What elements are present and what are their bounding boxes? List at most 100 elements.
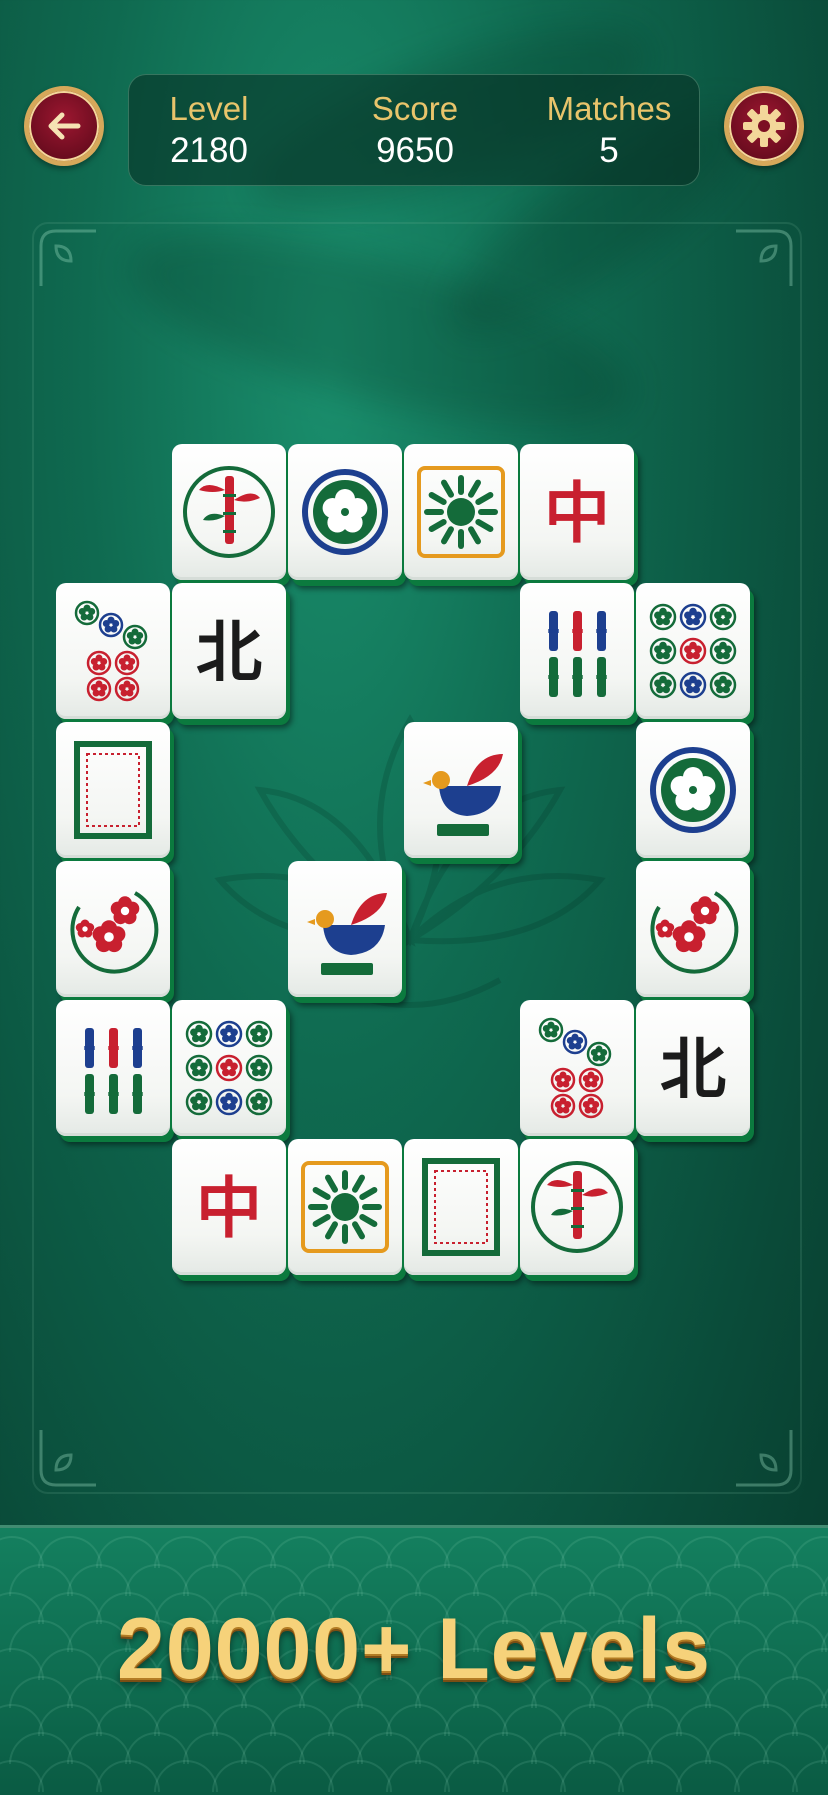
wave-pattern — [67, 1732, 131, 1764]
plum-circle-glyph-icon — [650, 891, 739, 974]
wave-pattern — [357, 1564, 421, 1596]
matches-label: Matches — [546, 90, 672, 127]
matches-stat: Matches 5 — [529, 89, 689, 173]
mahjong-tile[interactable]: 北 — [172, 583, 286, 719]
wave-pattern — [38, 1536, 102, 1568]
flower-circle-glyph-icon — [650, 747, 736, 833]
corner-ornament-icon — [736, 1430, 793, 1487]
wave-pattern — [38, 1760, 102, 1792]
mahjong-tile[interactable] — [404, 722, 518, 858]
mahjong-tile[interactable] — [520, 583, 634, 719]
mahjong-tile[interactable] — [56, 1000, 170, 1136]
wave-pattern — [154, 1704, 218, 1736]
wave-pattern — [560, 1704, 624, 1736]
dots-seven-glyph-icon — [538, 1017, 612, 1119]
wave-pattern — [212, 1760, 276, 1792]
wave-pattern — [328, 1760, 392, 1792]
wave-pattern — [96, 1536, 160, 1568]
wave-pattern — [502, 1760, 566, 1792]
mahjong-tile[interactable] — [404, 444, 518, 580]
wave-pattern — [531, 1732, 595, 1764]
mahjong-tile[interactable] — [636, 861, 750, 997]
level-value: 2180 — [170, 131, 248, 170]
mahjong-tile[interactable] — [56, 583, 170, 719]
mahjong-tile[interactable]: 北 — [636, 1000, 750, 1136]
corner-ornament-icon — [736, 229, 793, 286]
level-stat: Level 2180 — [129, 89, 289, 173]
mahjong-tile[interactable] — [288, 444, 402, 580]
mahjong-tile[interactable]: 中 — [520, 444, 634, 580]
wave-pattern — [270, 1536, 334, 1568]
wave-pattern — [96, 1760, 160, 1792]
wave-pattern — [676, 1760, 740, 1792]
white-dragon-glyph-icon — [74, 741, 152, 839]
mahjong-tile[interactable] — [636, 722, 750, 858]
level-label: Level — [169, 90, 249, 127]
score-value: 9650 — [376, 131, 454, 170]
sun-frame-glyph-icon — [417, 466, 505, 558]
wave-pattern — [589, 1564, 653, 1596]
mahjong-tile[interactable] — [172, 1000, 286, 1136]
wave-pattern — [531, 1564, 595, 1596]
mahjong-tile[interactable] — [56, 722, 170, 858]
gear-icon — [743, 105, 785, 147]
mahjong-tile[interactable] — [520, 1000, 634, 1136]
wave-pattern — [502, 1704, 566, 1736]
wave-pattern — [415, 1564, 479, 1596]
wave-pattern — [183, 1564, 247, 1596]
character-glyph-icon: 北 — [660, 1031, 726, 1108]
wave-pattern — [270, 1704, 334, 1736]
tile-character: 中 — [196, 1170, 262, 1247]
wave-pattern — [386, 1704, 450, 1736]
mahjong-tile[interactable] — [404, 1139, 518, 1275]
wave-pattern — [415, 1732, 479, 1764]
mahjong-tile[interactable] — [288, 1139, 402, 1275]
wave-pattern — [763, 1564, 827, 1596]
wave-pattern — [473, 1564, 537, 1596]
wave-pattern — [792, 1760, 828, 1792]
wave-pattern — [125, 1564, 189, 1596]
wave-pattern — [676, 1704, 740, 1736]
wave-pattern — [299, 1732, 363, 1764]
wave-pattern — [357, 1732, 421, 1764]
mahjong-tile[interactable]: 中 — [172, 1139, 286, 1275]
wave-pattern — [444, 1536, 508, 1568]
mahjong-tile[interactable] — [288, 861, 402, 997]
wave-pattern — [386, 1760, 450, 1792]
wave-pattern — [183, 1732, 247, 1764]
wave-pattern — [734, 1704, 798, 1736]
wave-pattern — [734, 1760, 798, 1792]
promo-title: 20000+ Levels — [116, 1601, 711, 1697]
settings-button[interactable] — [724, 86, 804, 166]
character-glyph-icon: 北 — [196, 614, 262, 691]
mahjong-tile[interactable] — [56, 861, 170, 997]
wave-pattern — [125, 1732, 189, 1764]
back-button[interactable] — [24, 86, 104, 166]
mahjong-tile[interactable] — [520, 1139, 634, 1275]
tile-character: 中 — [544, 475, 610, 552]
wave-pattern — [473, 1732, 537, 1764]
wave-pattern — [502, 1536, 566, 1568]
corner-ornament-icon — [39, 229, 96, 286]
wave-pattern — [705, 1564, 769, 1596]
plum-circle-glyph-icon — [70, 891, 159, 974]
wave-pattern — [9, 1564, 73, 1596]
wave-pattern — [618, 1704, 682, 1736]
wave-pattern — [763, 1732, 827, 1764]
mahjong-tile[interactable] — [636, 583, 750, 719]
wave-pattern — [299, 1564, 363, 1596]
matches-value: 5 — [599, 131, 619, 170]
wave-pattern — [38, 1704, 102, 1736]
dots-nine-glyph-icon — [185, 1020, 273, 1116]
stats-panel: Level 2180 Score 9650 Matches 5 — [128, 74, 700, 186]
wave-pattern — [647, 1732, 711, 1764]
wave-pattern — [560, 1760, 624, 1792]
mahjong-tile[interactable] — [172, 444, 286, 580]
bamboo-circle-glyph-icon — [183, 466, 275, 558]
bird-glyph-icon — [423, 754, 503, 836]
bamboo-circle-glyph-icon — [531, 1161, 623, 1253]
wave-pattern — [618, 1536, 682, 1568]
wave-pattern — [676, 1536, 740, 1568]
wave-pattern — [154, 1536, 218, 1568]
dots-seven-glyph-icon — [74, 600, 148, 702]
